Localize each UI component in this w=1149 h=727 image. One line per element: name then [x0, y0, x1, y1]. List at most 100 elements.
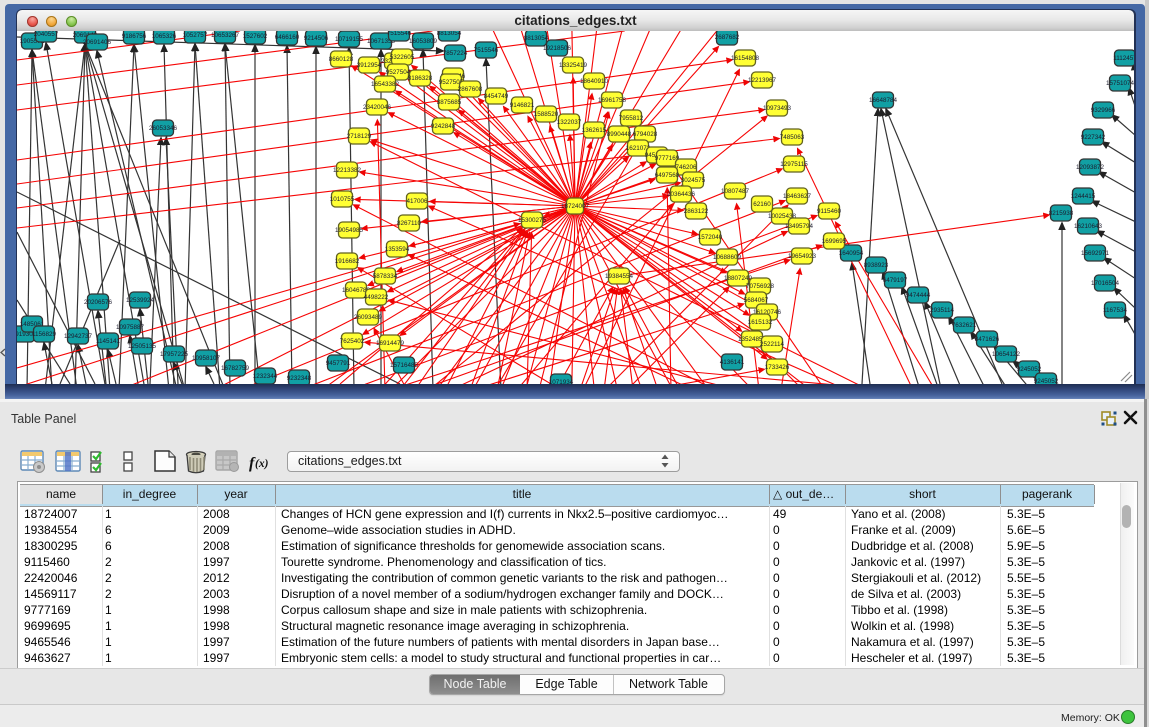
svg-text:7515546: 7515546 — [387, 31, 412, 37]
svg-text:16543382: 16543382 — [371, 81, 400, 88]
svg-text:9227342: 9227342 — [1081, 134, 1106, 141]
svg-text:12539924: 12539924 — [126, 297, 155, 304]
svg-text:1232344: 1232344 — [253, 373, 278, 380]
svg-text:19654923: 19654923 — [788, 253, 817, 260]
svg-text:3024575: 3024575 — [681, 177, 706, 184]
svg-text:10654122: 10654122 — [992, 351, 1021, 358]
svg-text:5878334: 5878334 — [373, 273, 398, 280]
svg-text:12093872: 12093872 — [1076, 164, 1105, 171]
svg-text:19218506: 19218506 — [543, 45, 572, 52]
svg-text:16961758: 16961758 — [598, 97, 627, 104]
svg-text:9457791: 9457791 — [326, 360, 351, 367]
svg-text:16914479: 16914479 — [376, 340, 405, 347]
svg-text:12942737: 12942737 — [64, 333, 93, 340]
svg-text:9245052: 9245052 — [1034, 378, 1059, 384]
svg-text:5322605: 5322605 — [390, 54, 415, 61]
svg-text:15300275: 15300275 — [518, 217, 547, 224]
svg-text:8660128: 8660128 — [329, 56, 354, 63]
svg-text:2867608: 2867608 — [458, 86, 483, 93]
svg-text:8813054: 8813054 — [437, 31, 462, 37]
svg-text:16648784: 16648784 — [869, 97, 898, 104]
svg-text:6466160: 6466160 — [275, 34, 300, 41]
svg-text:1156829: 1156829 — [32, 331, 57, 338]
svg-text:18463627: 18463627 — [783, 193, 812, 200]
svg-text:417006: 417006 — [406, 198, 428, 205]
svg-text:12213382: 12213382 — [333, 167, 362, 174]
svg-text:2718129: 2718129 — [347, 133, 372, 140]
svg-text:(x): (x) — [255, 458, 269, 470]
svg-text:9329966: 9329966 — [1091, 107, 1116, 114]
svg-text:16154808: 16154808 — [731, 55, 760, 62]
svg-text:4136141: 4136141 — [720, 359, 745, 366]
svg-text:1353594: 1353594 — [385, 246, 410, 253]
svg-text:5684067: 5684067 — [744, 297, 769, 304]
svg-text:17957225: 17957225 — [160, 351, 189, 358]
svg-text:9245052: 9245052 — [1017, 366, 1042, 373]
svg-text:15692971: 15692971 — [1081, 250, 1110, 257]
svg-text:2522114: 2522114 — [760, 341, 785, 348]
svg-text:1699695: 1699695 — [822, 238, 847, 245]
svg-text:1640954: 1640954 — [839, 250, 864, 257]
svg-text:6497568: 6497568 — [655, 172, 680, 179]
svg-text:12213967: 12213967 — [748, 77, 777, 84]
svg-text:19384554: 19384554 — [605, 273, 634, 280]
svg-text:16053809: 16053809 — [409, 38, 438, 45]
svg-text:70756928: 70756928 — [746, 283, 775, 290]
svg-text:18724007: 18724007 — [561, 203, 590, 210]
svg-text:26053346: 26053346 — [149, 125, 178, 132]
svg-text:10975887: 10975887 — [116, 324, 145, 331]
svg-text:1362615: 1362615 — [582, 127, 607, 134]
svg-text:9115460: 9115460 — [817, 208, 842, 215]
svg-text:2687682: 2687682 — [715, 34, 740, 41]
svg-text:9232348: 9232348 — [287, 375, 312, 382]
svg-text:10719155: 10719155 — [335, 36, 364, 43]
svg-text:10807487: 10807487 — [721, 188, 750, 195]
svg-text:8454749: 8454749 — [484, 93, 509, 100]
svg-text:9146821: 9146821 — [510, 102, 535, 109]
svg-text:8267110: 8267110 — [397, 220, 422, 227]
svg-text:746206: 746206 — [675, 164, 697, 171]
svg-text:10973493: 10973493 — [763, 105, 792, 112]
svg-text:20691406: 20691406 — [83, 39, 112, 46]
svg-text:1322037: 1322037 — [557, 119, 582, 126]
svg-text:9214506: 9214506 — [304, 35, 329, 42]
svg-text:3875685: 3875685 — [437, 99, 462, 106]
svg-text:7625402: 7625402 — [340, 338, 365, 345]
svg-text:1112457: 1112457 — [1113, 55, 1134, 62]
svg-text:7485063: 7485063 — [780, 134, 805, 141]
svg-text:12975115: 12975115 — [780, 161, 808, 168]
svg-text:1527602: 1527602 — [243, 33, 268, 40]
svg-text:26093489: 26093489 — [354, 314, 383, 321]
svg-text:16782759: 16782759 — [221, 365, 250, 372]
svg-text:7857224: 7857224 — [443, 50, 468, 57]
svg-text:9474444: 9474444 — [906, 292, 931, 299]
svg-text:1733426: 1733426 — [765, 364, 790, 371]
svg-text:1010755: 1010755 — [330, 196, 355, 203]
svg-text:13495794: 13495794 — [785, 223, 814, 230]
svg-text:23420046: 23420046 — [363, 104, 392, 111]
svg-text:8186328: 8186328 — [408, 75, 433, 82]
svg-text:20206576: 20206576 — [84, 299, 113, 306]
svg-text:1065326: 1065326 — [152, 33, 177, 40]
svg-text:2935114: 2935114 — [930, 307, 955, 314]
svg-text:7632621: 7632621 — [952, 322, 977, 329]
svg-text:13325419: 13325419 — [559, 62, 588, 69]
svg-text:1916682: 1916682 — [335, 258, 360, 265]
svg-text:9242848: 9242848 — [431, 123, 456, 130]
svg-text:7515546: 7515546 — [474, 47, 499, 54]
svg-text:15751074: 15751074 — [1106, 80, 1134, 87]
svg-text:2863122: 2863122 — [684, 208, 709, 215]
svg-text:8990448: 8990448 — [607, 131, 632, 138]
svg-text:8938923: 8938923 — [864, 262, 889, 269]
svg-text:15716485: 15716485 — [390, 362, 419, 369]
svg-text:9186756: 9186756 — [122, 33, 147, 40]
svg-text:1588520: 1588520 — [534, 111, 559, 118]
svg-text:10688609: 10688609 — [713, 254, 742, 261]
svg-text:1145141: 1145141 — [96, 338, 121, 345]
svg-text:62160: 62160 — [753, 201, 771, 208]
svg-text:7955812: 7955812 — [619, 115, 644, 122]
svg-text:6479197: 6479197 — [883, 277, 908, 284]
svg-text:6794028: 6794028 — [633, 131, 658, 138]
svg-text:12505135: 12505135 — [128, 343, 157, 350]
svg-text:20364436: 20364436 — [667, 191, 696, 198]
